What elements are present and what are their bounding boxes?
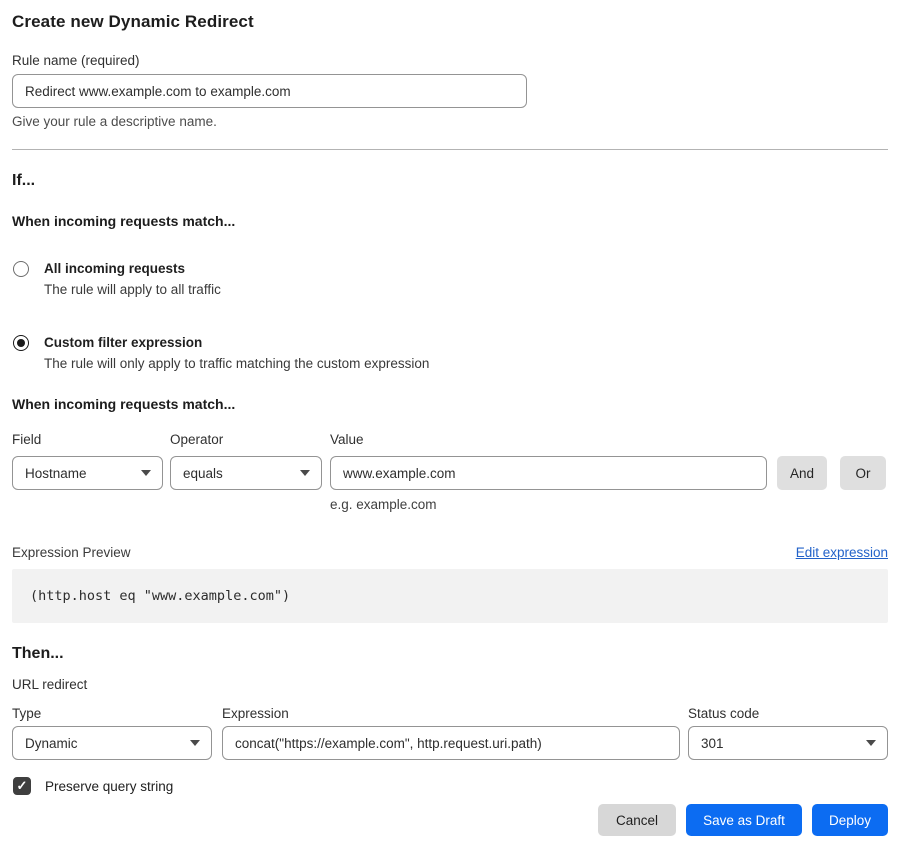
radio-description: The rule will apply to all traffic — [44, 279, 221, 300]
expression-preview-header: Expression Preview Edit expression — [12, 544, 888, 562]
expression-preview-label: Expression Preview — [12, 544, 131, 562]
radio-label: Custom filter expression — [44, 332, 429, 353]
chevron-down-icon — [300, 470, 310, 476]
operator-select-value: equals — [183, 466, 223, 481]
field-label: Field — [12, 431, 163, 448]
if-heading: If... — [12, 171, 888, 191]
chevron-down-icon — [141, 470, 151, 476]
match-heading: When incoming requests match... — [12, 212, 888, 230]
field-select-value: Hostname — [25, 466, 87, 481]
footer-actions: Cancel Save as Draft Deploy — [12, 804, 888, 836]
field-select[interactable]: Hostname — [12, 456, 163, 490]
radio-unselected-icon[interactable] — [13, 261, 29, 277]
then-controls-row: Dynamic 301 — [12, 726, 888, 760]
then-heading: Then... — [12, 644, 888, 664]
section-divider — [12, 149, 888, 150]
radio-description: The rule will only apply to traffic matc… — [44, 353, 429, 374]
expression-preview-code: (http.host eq "www.example.com") — [12, 569, 888, 623]
preserve-query-row[interactable]: Preserve query string — [12, 777, 888, 795]
chevron-down-icon — [190, 740, 200, 746]
status-code-label: Status code — [688, 705, 888, 722]
expression-label: Expression — [222, 705, 680, 722]
checkbox-checked-icon[interactable] — [13, 777, 31, 795]
rule-name-input[interactable] — [12, 74, 527, 108]
rule-name-help: Give your rule a descriptive name. — [12, 113, 888, 130]
edit-expression-link[interactable]: Edit expression — [796, 544, 888, 562]
save-as-draft-button[interactable]: Save as Draft — [686, 804, 802, 836]
rule-name-label: Rule name (required) — [12, 52, 888, 69]
preserve-query-label: Preserve query string — [45, 779, 173, 794]
operator-label: Operator — [170, 431, 322, 448]
deploy-button[interactable]: Deploy — [812, 804, 888, 836]
url-redirect-label: URL redirect — [12, 676, 888, 693]
create-redirect-form: Create new Dynamic Redirect Rule name (r… — [0, 0, 907, 836]
type-label: Type — [12, 705, 212, 722]
radio-option-custom-expression[interactable]: Custom filter expression The rule will o… — [12, 332, 888, 374]
filter-labels-row: Field Operator Value — [12, 431, 888, 448]
chevron-down-icon — [866, 740, 876, 746]
filter-builder-heading: When incoming requests match... — [12, 395, 888, 413]
redirect-expression-input[interactable] — [222, 726, 680, 760]
then-labels-row: Type Expression Status code — [12, 705, 888, 722]
value-helper-text: e.g. example.com — [330, 496, 888, 513]
type-select-value: Dynamic — [25, 736, 78, 751]
and-button[interactable]: And — [777, 456, 827, 490]
status-code-select-value: 301 — [701, 736, 724, 751]
status-code-select[interactable]: 301 — [688, 726, 888, 760]
cancel-button[interactable]: Cancel — [598, 804, 676, 836]
or-button[interactable]: Or — [840, 456, 886, 490]
radio-selected-icon[interactable] — [13, 335, 29, 351]
filter-controls-row: Hostname equals And Or — [12, 456, 888, 490]
operator-select[interactable]: equals — [170, 456, 322, 490]
radio-label: All incoming requests — [44, 258, 221, 279]
page-title: Create new Dynamic Redirect — [12, 0, 888, 33]
value-input[interactable] — [330, 456, 767, 490]
radio-option-all-requests[interactable]: All incoming requests The rule will appl… — [12, 258, 888, 300]
type-select[interactable]: Dynamic — [12, 726, 212, 760]
value-label: Value — [330, 431, 767, 448]
